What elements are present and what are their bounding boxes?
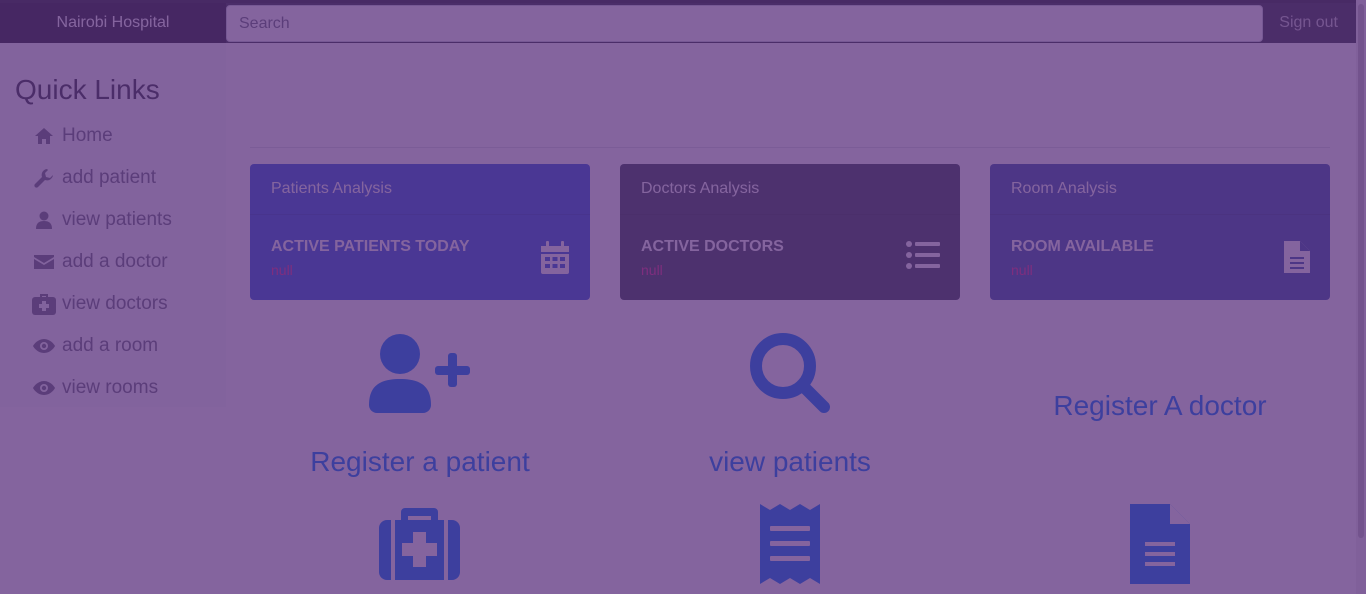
card-metric: ACTIVE PATIENTS TODAY <box>271 238 470 255</box>
home-icon <box>30 127 58 145</box>
card-value: null <box>641 262 663 278</box>
search-icon[interactable] <box>750 333 830 418</box>
list-icon <box>906 241 940 274</box>
card-value: null <box>1011 262 1033 278</box>
brand-name[interactable]: Nairobi Hospital <box>0 3 226 43</box>
sidebar: Quick Links Home add patient view patien… <box>0 43 226 407</box>
sidebar-item-add-doctor[interactable]: add a doctor <box>30 247 168 277</box>
card-body: ACTIVE PATIENTS TODAY null <box>250 215 590 278</box>
card-header: Room Analysis <box>990 164 1330 215</box>
sidebar-item-view-patients[interactable]: view patients <box>30 205 172 235</box>
card-body: ACTIVE DOCTORS null <box>620 215 960 278</box>
header-divider <box>250 147 1330 148</box>
calendar-icon <box>540 241 570 279</box>
sidebar-item-label: add patient <box>62 167 157 188</box>
sidebar-item-home[interactable]: Home <box>30 121 113 151</box>
user-plus-icon[interactable] <box>369 333 471 418</box>
eye-icon <box>30 339 58 353</box>
file-icon <box>1284 241 1310 278</box>
receipt-icon[interactable] <box>760 504 820 589</box>
wrench-icon <box>30 168 58 188</box>
envelope-icon <box>30 254 58 270</box>
card-body: ROOM AVAILABLE null <box>990 215 1330 278</box>
sidebar-item-label: view rooms <box>62 377 159 398</box>
sidebar-item-add-room[interactable]: add a room <box>30 331 158 361</box>
search-input[interactable] <box>226 5 1263 42</box>
card-metric: ROOM AVAILABLE <box>1011 238 1154 255</box>
sidebar-item-label: Home <box>62 125 113 146</box>
card-metric: ACTIVE DOCTORS <box>641 238 784 255</box>
card-value: null <box>271 262 293 278</box>
sign-out-link[interactable]: Sign out <box>1279 3 1338 43</box>
register-patient-link[interactable]: Register a patient <box>250 446 590 478</box>
view-patients-link[interactable]: view patients <box>620 446 960 478</box>
sidebar-item-label: view patients <box>62 209 172 230</box>
sidebar-item-label: view doctors <box>62 293 168 314</box>
top-navbar: Nairobi Hospital Sign out <box>0 0 1366 43</box>
register-doctor-link[interactable]: Register A doctor <box>990 390 1330 422</box>
patients-analysis-card: Patients Analysis ACTIVE PATIENTS TODAY … <box>250 164 590 300</box>
scrollbar-thumb[interactable] <box>1358 4 1364 538</box>
sidebar-item-label: add a doctor <box>62 251 168 272</box>
page-scrollbar[interactable] <box>1356 0 1366 594</box>
file-alt-icon[interactable] <box>1130 504 1190 589</box>
card-header: Patients Analysis <box>250 164 590 215</box>
sidebar-item-add-patient[interactable]: add patient <box>30 163 156 193</box>
sidebar-item-label: add a room <box>62 335 159 356</box>
user-icon <box>30 211 58 229</box>
medkit-icon[interactable] <box>379 508 460 585</box>
page: Nairobi Hospital Sign out Quick Links Ho… <box>0 0 1366 594</box>
sidebar-item-view-doctors[interactable]: view doctors <box>30 289 168 319</box>
eye-icon <box>30 381 58 395</box>
sidebar-item-view-rooms[interactable]: view rooms <box>30 373 158 403</box>
doctors-analysis-card: Doctors Analysis ACTIVE DOCTORS null <box>620 164 960 300</box>
sidebar-title: Quick Links <box>15 74 160 105</box>
room-analysis-card: Room Analysis ROOM AVAILABLE null <box>990 164 1330 300</box>
card-header: Doctors Analysis <box>620 164 960 215</box>
medkit-icon <box>30 292 58 316</box>
